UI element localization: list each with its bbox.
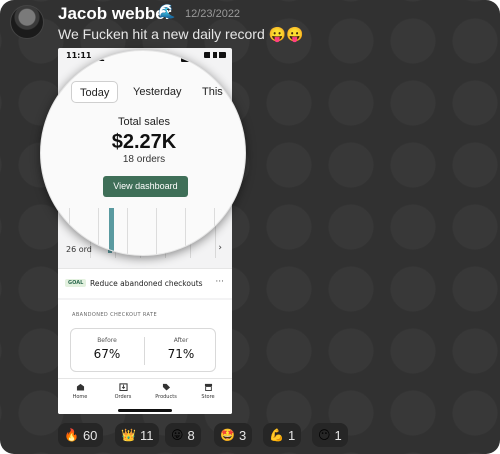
nav-store-label: Store [201,394,215,400]
reaction-count: 60 [82,427,98,443]
chat-message-card: Jacob webber 🌊 12/23/2022 We Fucken hit … [0,0,500,454]
total-sales-value: $2.27K [111,131,177,153]
abandoned-checkout-card: ABANDONED CHECKOUT RATE Before 67% After… [58,300,232,380]
nav-orders-label: Orders [114,394,132,400]
goal-badge: GOAL [65,279,87,287]
reaction-count: 1 [287,427,296,443]
reaction-muscle[interactable]: 💪 1 [263,423,302,447]
reaction-no-mouth[interactable]: 😶 1 [312,423,348,447]
status-time-zoomed: 11:11 [73,53,105,64]
avatar[interactable] [10,5,44,39]
home-indicator [118,409,172,412]
after-label: After [173,337,189,344]
nav-home[interactable]: Home [60,383,100,400]
fire-icon: 🔥 [64,428,79,442]
status-icons-zoomed [181,54,215,62]
reaction-count: 11 [139,427,154,443]
message-text: We Fucken hit a new daily record 😛😛 [58,26,304,42]
nav-store[interactable]: Store [188,383,228,400]
more-icon[interactable]: ··· [215,277,224,287]
home-icon [76,383,84,391]
before-label: Before [97,337,117,344]
nav-products-label: Products [155,394,177,400]
message-timestamp: 12/23/2022 [185,8,241,20]
reaction-count: 8 [187,427,195,443]
tab-today[interactable]: Today [71,81,119,103]
reaction-crown[interactable]: 👑 11 [115,423,160,447]
tag-icon [162,383,170,391]
store-icon [204,383,212,391]
reaction-count: 1 [334,427,342,443]
view-dashboard-button[interactable]: View dashboard [103,176,188,197]
goal-text: Reduce abandoned checkouts [90,279,203,288]
tongue-face-icon: 😛 [171,428,184,442]
author-name[interactable]: Jacob webber [58,4,171,24]
nav-products[interactable]: Products [146,383,186,400]
tab-this-week[interactable]: This w [194,81,242,103]
no-mouth-face-icon: 😶 [318,428,331,442]
rate-comparison: Before 67% After 71% [70,328,216,372]
muscle-icon: 💪 [269,428,284,442]
after-value: 71% [167,347,195,361]
goal-row[interactable]: GOAL Reduce abandoned checkouts ··· [58,268,232,298]
orders-count: 18 orders [122,154,166,165]
orders-row-label-zoomed: 26 ord [69,243,95,252]
before-value: 67% [93,347,121,361]
wave-badge-icon: 🌊 [158,4,176,20]
reaction-star-struck[interactable]: 🤩 3 [214,423,253,447]
star-struck-icon: 🤩 [220,428,235,442]
total-sales-label: Total sales [118,116,170,128]
nav-home-label: Home [72,394,88,400]
abandoned-rate-label: ABANDONED CHECKOUT RATE [72,312,157,318]
reaction-tongue[interactable]: 😛 8 [165,423,201,447]
orders-icon [118,383,128,391]
tab-yesterday[interactable]: Yesterday [125,81,190,103]
nav-orders[interactable]: Orders [103,383,143,400]
magnifier-callout: 11:11 Today Yesterday This w Total sales… [40,50,246,256]
reaction-fire[interactable]: 🔥 60 [58,423,104,447]
reaction-count: 3 [238,427,247,443]
crown-icon: 👑 [121,428,136,442]
chart-bar-zoomed [109,208,114,255]
